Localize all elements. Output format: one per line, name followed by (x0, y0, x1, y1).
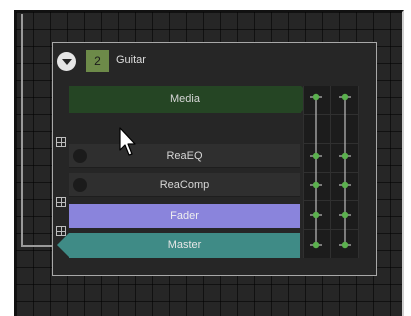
track-number-badge: 2 (86, 50, 109, 72)
chevron-down-icon[interactable] (57, 52, 76, 71)
fx-row-reaeq[interactable]: ReaEQ (69, 144, 300, 168)
fader-label: Fader (170, 210, 199, 222)
master-arrow-tip (57, 233, 69, 257)
fx-label-reacomp: ReaComp (159, 179, 210, 191)
pin-matrix-graphic (303, 86, 359, 258)
master-row[interactable]: Master (69, 233, 300, 258)
fx-label-reaeq: ReaEQ (166, 150, 203, 162)
track-name-label: Guitar (116, 54, 146, 66)
fader-row[interactable]: Fader (69, 204, 300, 228)
routing-wire-vertical (21, 14, 23, 247)
mouse-pointer-icon (119, 127, 136, 156)
plus-box-icon[interactable] (56, 226, 66, 236)
media-row[interactable]: Media (69, 86, 301, 113)
plus-box-icon[interactable] (56, 197, 66, 207)
fx-row-reacomp[interactable]: ReaComp (69, 173, 300, 197)
plus-box-icon[interactable] (56, 137, 66, 147)
pin-connector-matrix[interactable] (303, 86, 359, 258)
media-label: Media (170, 93, 200, 105)
master-label: Master (167, 239, 202, 251)
